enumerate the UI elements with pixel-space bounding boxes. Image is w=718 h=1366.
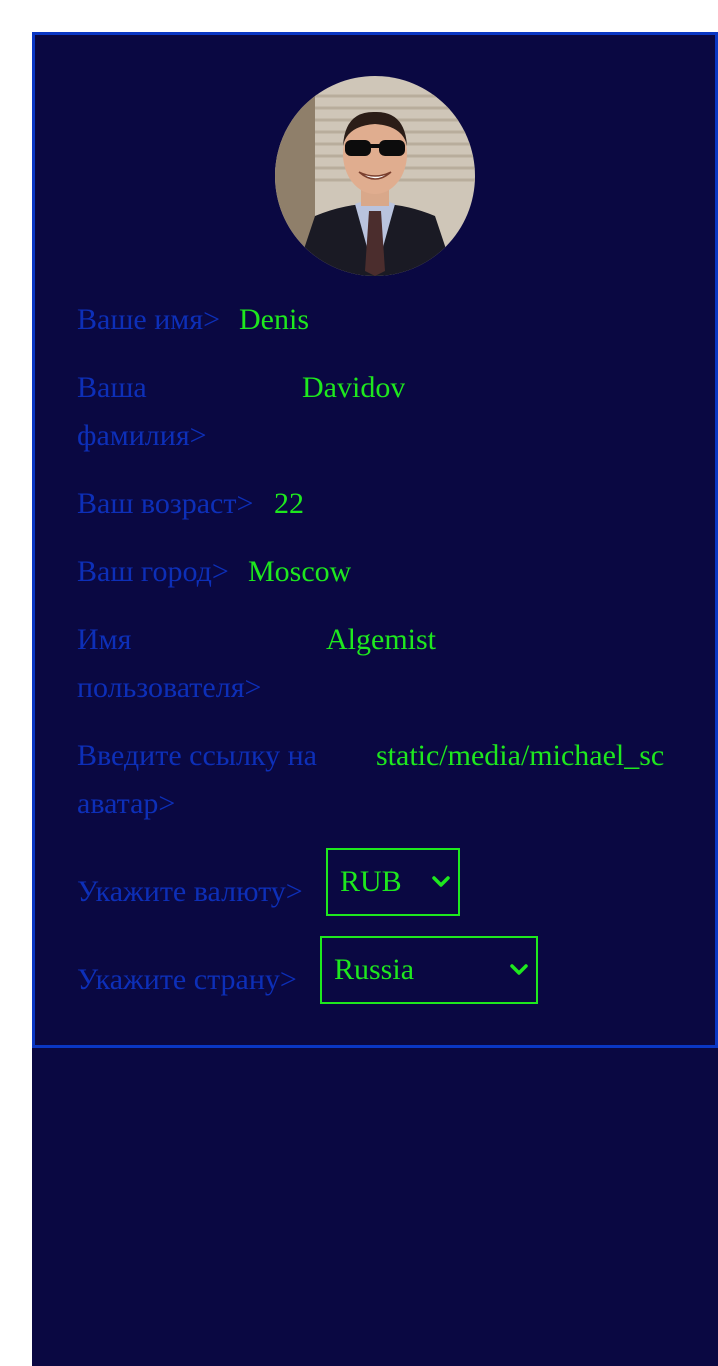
last-name-field[interactable]: Davidov — [302, 364, 405, 412]
country-select-value: Russia — [334, 953, 415, 986]
chevron-down-icon — [510, 964, 528, 975]
first-name-field[interactable]: Denis — [239, 296, 309, 344]
first-name-label: Ваше имя> — [77, 303, 220, 336]
last-name-label: Ваша фамилия> — [77, 371, 207, 452]
currency-label: Укажите валюту> — [77, 875, 303, 908]
avatar — [275, 76, 475, 276]
currency-select-value: RUB — [340, 865, 402, 898]
username-field[interactable]: Algemist — [326, 616, 436, 664]
age-field[interactable]: 22 — [274, 480, 304, 528]
country-label: Укажите страну> — [77, 963, 297, 996]
currency-select[interactable]: RUB — [326, 848, 460, 916]
username-label: Имя пользователя> — [77, 623, 262, 704]
city-field[interactable]: Moscow — [248, 548, 351, 596]
age-label: Ваш возраст> — [77, 487, 254, 520]
city-label: Ваш город> — [77, 555, 229, 588]
chevron-down-icon — [432, 876, 450, 887]
avatar-link-field[interactable]: static/media/michael_sc — [376, 732, 674, 780]
country-select[interactable]: Russia — [320, 936, 538, 1004]
profile-card: Ваше имя> Denis Ваша фамилия> Davidov Ва… — [32, 32, 718, 1048]
avatar-link-label: Введите ссылку на аватар> — [77, 739, 317, 820]
